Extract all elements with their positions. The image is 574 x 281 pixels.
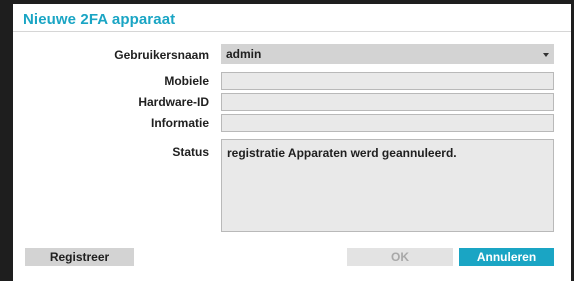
info-field[interactable] xyxy=(221,114,554,132)
hardware-id-field[interactable] xyxy=(221,93,554,111)
register-button[interactable]: Registreer xyxy=(25,248,134,266)
ok-button[interactable]: OK xyxy=(347,248,453,266)
info-label: Informatie xyxy=(150,116,209,130)
username-select[interactable]: admin xyxy=(221,44,554,64)
hardware-id-label: Hardware-ID xyxy=(138,95,209,109)
chevron-down-icon xyxy=(543,53,549,57)
username-select-value: admin xyxy=(226,47,262,61)
mobile-label: Mobiele xyxy=(164,74,209,88)
status-label: Status xyxy=(172,145,209,159)
cancel-button[interactable]: Annuleren xyxy=(459,248,554,266)
status-textbox[interactable]: registratie Apparaten werd geannuleerd. xyxy=(221,139,554,232)
title-divider xyxy=(13,31,571,32)
dialog-title: Nieuwe 2FA apparaat xyxy=(23,11,176,28)
username-label: Gebruikersnaam xyxy=(114,48,209,62)
new-2fa-device-dialog: Nieuwe 2FA apparaat Gebruikersnaam admin… xyxy=(13,4,571,281)
mobile-field[interactable] xyxy=(221,72,554,90)
